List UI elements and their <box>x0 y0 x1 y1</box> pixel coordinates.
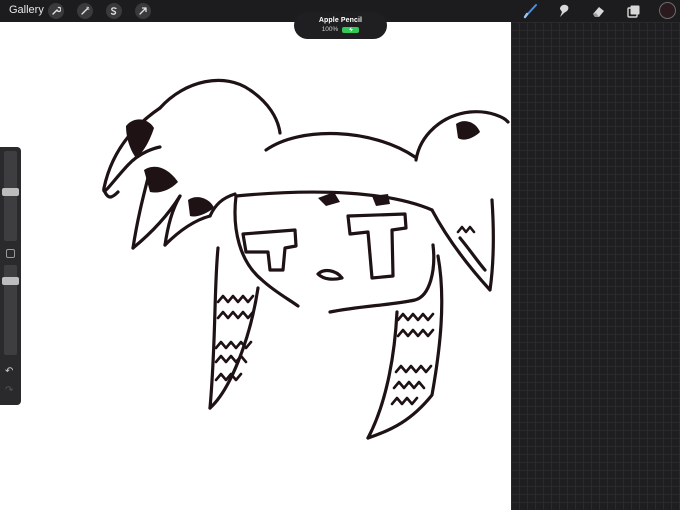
smudge-icon[interactable] <box>555 2 573 20</box>
canvas-background-panel <box>511 22 680 510</box>
redo-icon[interactable]: ↷ <box>5 385 13 396</box>
opacity-slider[interactable] <box>2 265 19 355</box>
undo-icon[interactable]: ↶ <box>5 366 13 377</box>
selection-icon[interactable] <box>106 3 122 19</box>
drawing-canvas[interactable] <box>0 22 511 510</box>
opacity-handle[interactable] <box>2 277 19 285</box>
brush-icon[interactable] <box>522 2 540 20</box>
battery-percent: 100% <box>321 26 339 33</box>
color-swatch-button[interactable] <box>659 2 676 19</box>
modify-button[interactable] <box>6 249 15 258</box>
sketch-artwork <box>102 78 510 440</box>
eraser-icon[interactable] <box>589 2 607 20</box>
toast-title: Apple Pencil <box>318 17 363 24</box>
wrench-icon[interactable] <box>48 3 64 19</box>
brush-size-handle[interactable] <box>2 188 19 196</box>
battery-icon <box>342 26 360 33</box>
transform-arrow-icon[interactable] <box>135 3 151 19</box>
brush-size-slider[interactable] <box>2 151 19 241</box>
apple-pencil-status-toast: Apple Pencil 100% <box>294 12 387 39</box>
magic-wand-icon[interactable] <box>77 3 93 19</box>
layers-icon[interactable] <box>624 2 642 20</box>
left-sidebar: ↶ ↷ <box>0 147 21 405</box>
gallery-button[interactable]: Gallery <box>9 4 44 16</box>
